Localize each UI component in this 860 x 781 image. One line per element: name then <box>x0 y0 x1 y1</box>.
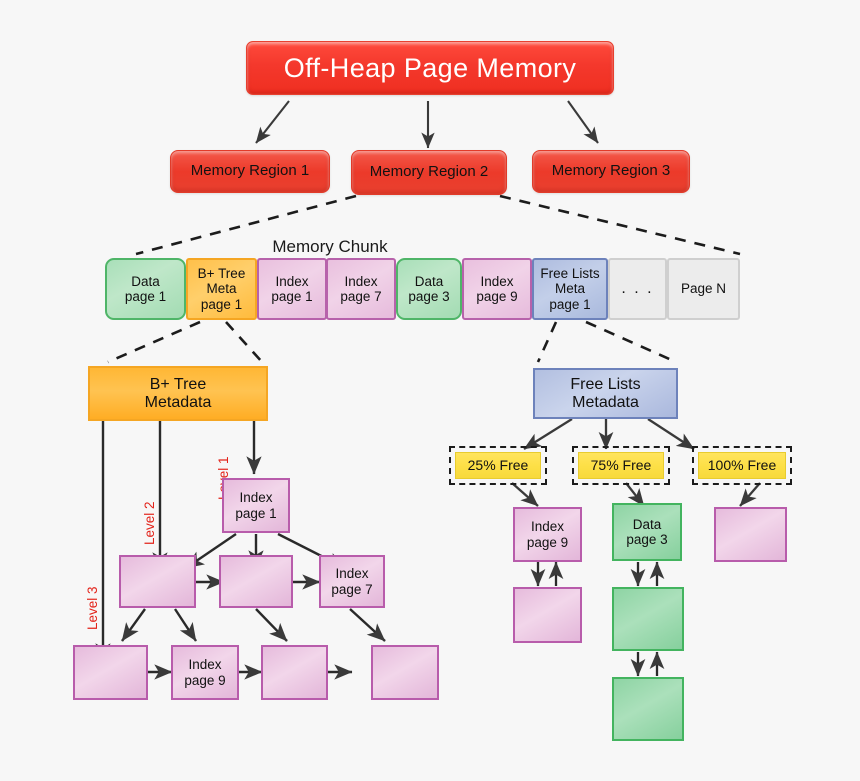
memory-chunk-label: Memory Chunk <box>272 237 388 257</box>
btree-l2-node-2[interactable] <box>219 555 293 608</box>
freelists-to-buckets-arrows <box>523 418 695 450</box>
arrow-group-title-to-regions <box>255 100 599 149</box>
memory-region-1[interactable]: Memory Region 1 <box>170 150 330 193</box>
chunk-cell-data-page-1[interactable]: Data page 1 <box>105 258 186 320</box>
chunk-cell-index-page-1[interactable]: Index page 1 <box>257 258 327 320</box>
memory-region-3[interactable]: Memory Region 3 <box>532 150 690 193</box>
free-bucket-75[interactable]: 75% Free <box>572 446 670 485</box>
btree-l3-node-1[interactable] <box>73 645 148 700</box>
btree-l2-node-1[interactable] <box>119 555 196 608</box>
free-bucket-25[interactable]: 25% Free <box>449 446 547 485</box>
freelist-75-node-3[interactable] <box>612 677 684 741</box>
page-title: Off-Heap Page Memory <box>246 41 614 95</box>
chunk-cell-ellipsis: . . . <box>608 258 667 320</box>
chunk-cell-btree-meta-page-1[interactable]: B+ Tree Meta page 1 <box>186 258 257 320</box>
btree-l2-index-page-7[interactable]: Index page 7 <box>319 555 385 608</box>
btree-l3-node-3[interactable] <box>261 645 328 700</box>
btree-metadata-box[interactable]: B+ Tree Metadata <box>88 366 268 421</box>
btree-level-rails <box>95 421 262 662</box>
level-2-label: Level 2 <box>142 501 157 545</box>
freelist-25-index-page-9[interactable]: Index page 9 <box>513 507 582 562</box>
memory-region-2[interactable]: Memory Region 2 <box>351 150 507 195</box>
chunk-cell-index-page-9[interactable]: Index page 9 <box>462 258 532 320</box>
dashed-chunk-to-btree <box>107 320 263 364</box>
dashed-chunk-to-freelists <box>536 320 677 364</box>
freelist-75-data-page-3[interactable]: Data page 3 <box>612 503 682 561</box>
free-bucket-100[interactable]: 100% Free <box>692 446 792 485</box>
level-3-label: Level 3 <box>85 586 100 630</box>
freelist-25-node-2[interactable] <box>513 587 582 643</box>
btree-l3-index-page-9[interactable]: Index page 9 <box>171 645 239 700</box>
freelist-75-node-2[interactable] <box>612 587 684 651</box>
chunk-cell-data-page-3[interactable]: Data page 3 <box>396 258 462 320</box>
chunk-cell-freelists-meta-page-1[interactable]: Free Lists Meta page 1 <box>532 258 608 320</box>
btree-l1-index-page-1[interactable]: Index page 1 <box>222 478 290 533</box>
diagram-canvas: Off-Heap Page Memory Memory Region 1 Mem… <box>0 0 860 781</box>
btree-l3-node-4[interactable] <box>371 645 439 700</box>
chunk-cell-page-n[interactable]: Page N <box>667 258 740 320</box>
freelists-metadata-box[interactable]: Free Lists Metadata <box>533 368 678 419</box>
freelist-100-node-1[interactable] <box>714 507 787 562</box>
btree-l2-l3-arrows <box>121 608 386 642</box>
chunk-cell-index-page-7[interactable]: Index page 7 <box>326 258 396 320</box>
dashed-region-to-chunk <box>135 194 741 256</box>
chain-25-arrows <box>530 561 564 587</box>
